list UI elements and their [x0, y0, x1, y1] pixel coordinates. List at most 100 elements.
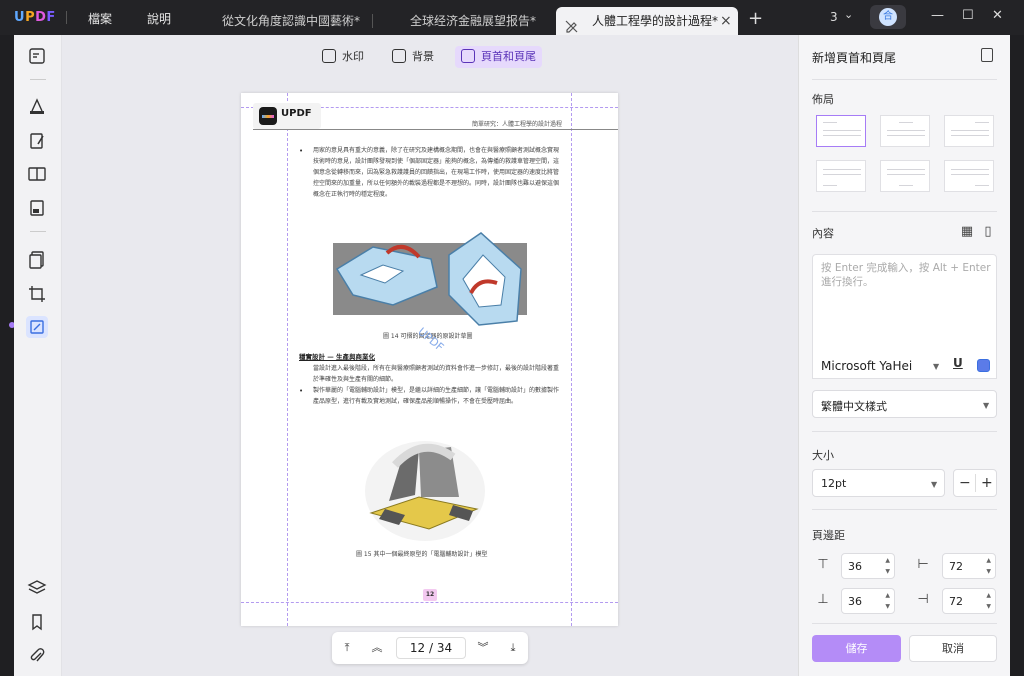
left-toolbar: [14, 35, 62, 676]
margin-label: 頁邊距: [812, 529, 845, 542]
paragraph: 用家的意見具有重大的意義，除了在研究及建構概念期間，也會在與醫療照顧者測試概念實…: [313, 147, 560, 198]
layout-option-header-right[interactable]: [944, 115, 994, 147]
layout-label: 佈局: [812, 93, 834, 106]
margin-left-input[interactable]: 72 ▲ ▼: [942, 553, 996, 579]
divider: [812, 211, 997, 212]
decrease-size-button[interactable]: −: [959, 475, 971, 491]
document-settings-icon[interactable]: [981, 48, 993, 62]
size-label: 大小: [812, 449, 834, 462]
tab-document-2[interactable]: 全球经济金融展望报告*: [396, 7, 546, 35]
form-icon[interactable]: [26, 197, 48, 219]
font-select[interactable]: Microsoft YaHei: [821, 359, 912, 373]
tab-label: 從文化角度認識中國藝術*: [222, 14, 361, 28]
last-page-icon[interactable]: ⤓: [504, 639, 522, 657]
convert-icon[interactable]: [26, 249, 48, 271]
margin-top-icon: ⊤: [817, 557, 829, 572]
panel-title: 新增頁首和頁尾: [812, 51, 897, 65]
maximize-icon[interactable]: ☐: [962, 8, 974, 23]
menu-help[interactable]: 說明: [147, 10, 171, 27]
tab-label: 人體工程學的設計過程*: [592, 14, 719, 28]
tab-document-1[interactable]: 從文化角度認識中國藝術*: [212, 7, 362, 35]
save-button[interactable]: 儲存: [812, 635, 901, 662]
chevron-down-icon: ▼: [983, 401, 990, 410]
chevron-down-icon[interactable]: ⌄: [844, 8, 853, 21]
underline-icon[interactable]: U: [953, 356, 963, 370]
new-tab-icon[interactable]: +: [748, 8, 763, 29]
comment-icon[interactable]: [26, 95, 48, 117]
figure-caption: 圖 15 其中一個最終原型的「電腦輔助設計」模型: [356, 551, 488, 558]
margin-right-icon: ⊣: [917, 592, 929, 607]
page-number-footer: 12: [423, 589, 437, 601]
divider: [66, 11, 67, 24]
margin-bottom-input[interactable]: 36 ▲ ▼: [841, 588, 895, 614]
attachment-icon[interactable]: [26, 645, 48, 667]
close-icon[interactable]: ×: [720, 7, 732, 35]
layout-option-footer-right[interactable]: [944, 160, 994, 192]
size-stepper: − +: [953, 469, 997, 497]
chevron-down-icon: ▼: [931, 480, 938, 489]
page-number-icon[interactable]: ▯: [980, 224, 996, 240]
layout-option-header-left[interactable]: [816, 115, 866, 147]
header-text: 簡單研究：人體工程學的設計過程: [471, 121, 562, 128]
page-tools-bar: 水印 背景 頁首和頁尾: [62, 35, 798, 79]
title-bar: UPDF 檔案 說明 從文化角度認識中國藝術* 全球经济金融展望报告* 人體工程…: [0, 0, 1024, 35]
header-footer-panel: 新增頁首和頁尾 佈局 內容 ▦ ▯ 按 Enter 完成輸入，按 Alt + E…: [798, 35, 1010, 676]
layers-icon[interactable]: [26, 577, 48, 599]
menu-file[interactable]: 檔案: [88, 10, 112, 27]
header-footer-icon: [461, 49, 475, 63]
margin-guide: [571, 93, 572, 626]
organize-pages-icon[interactable]: [26, 163, 48, 185]
page-tools-icon[interactable]: [26, 316, 48, 338]
cancel-button[interactable]: 取消: [909, 635, 997, 662]
size-select[interactable]: 12pt ▼: [812, 469, 945, 497]
avatar: 合: [879, 8, 897, 26]
first-page-icon[interactable]: ⤒: [338, 639, 356, 657]
margin-right-input[interactable]: 72 ▲ ▼: [942, 588, 996, 614]
header-footer-button[interactable]: 頁首和頁尾: [455, 46, 542, 68]
background-button[interactable]: 背景: [386, 46, 440, 68]
prev-page-icon[interactable]: ︽: [368, 639, 386, 657]
account-button[interactable]: 合: [870, 5, 906, 29]
calendar-icon[interactable]: ▦: [959, 224, 975, 240]
font-row: Microsoft YaHei ▼ U: [812, 353, 997, 379]
app-logo: UPDF: [14, 10, 56, 25]
document-area: 水印 背景 頁首和頁尾 UPDF 簡單研究：人體工程學的設計過程 • 用家的意見…: [62, 35, 798, 676]
background-icon: [392, 49, 406, 63]
chevron-down-icon[interactable]: ▼: [933, 362, 939, 371]
pdf-page[interactable]: UPDF 簡單研究：人體工程學的設計過程 • 用家的意見具有重大的意義，除了在研…: [241, 93, 618, 626]
font-color-swatch[interactable]: [977, 359, 990, 372]
section-heading: 穩實設計 — 生產與商業化: [299, 353, 376, 361]
crop-icon[interactable]: [26, 283, 48, 305]
next-page-icon[interactable]: ︾: [474, 639, 492, 657]
minimize-icon[interactable]: —: [931, 8, 944, 23]
content-placeholder: 按 Enter 完成輸入，按 Alt + Enter 進行換行。: [821, 262, 991, 288]
divider: [30, 79, 46, 80]
margin-guide: [241, 602, 618, 603]
figure-cad-model: [365, 441, 485, 541]
content-label: 內容: [812, 227, 834, 240]
layout-option-footer-left[interactable]: [816, 160, 866, 192]
style-select[interactable]: 繁體中文樣式 ▼: [812, 390, 997, 418]
header-rule: [253, 129, 618, 130]
bookmark-icon[interactable]: [26, 611, 48, 633]
layout-option-header-center[interactable]: [880, 115, 930, 147]
page-input[interactable]: 12 / 34: [396, 637, 466, 659]
margin-top-input[interactable]: 36 ▲ ▼: [841, 553, 895, 579]
divider: [372, 14, 373, 28]
tab-label: 全球经济金融展望报告*: [410, 14, 537, 28]
reader-icon[interactable]: [26, 45, 48, 67]
divider: [812, 431, 997, 432]
window-edge: [1010, 35, 1024, 676]
margin-bottom-icon: ⊥: [817, 592, 829, 607]
margin-left-icon: ⊢: [917, 557, 929, 572]
page-navigator: ⤒ ︽ 12 / 34 ︾ ⤓: [332, 632, 528, 664]
figure-fixture-sketch: [333, 232, 527, 326]
layout-option-footer-center[interactable]: [880, 160, 930, 192]
close-window-icon[interactable]: ✕: [992, 8, 1003, 23]
paragraph: 當設計進入最後階段，所有在與醫療照顧者測試的資料會作進一步修訂，最後的設計階段著…: [313, 365, 560, 383]
increase-size-button[interactable]: +: [981, 475, 993, 491]
edit-text-icon[interactable]: [26, 130, 48, 152]
tab-document-3[interactable]: 人體工程學的設計過程* ×: [556, 7, 738, 35]
tab-count: 3: [830, 10, 838, 24]
watermark-button[interactable]: 水印: [316, 46, 370, 68]
